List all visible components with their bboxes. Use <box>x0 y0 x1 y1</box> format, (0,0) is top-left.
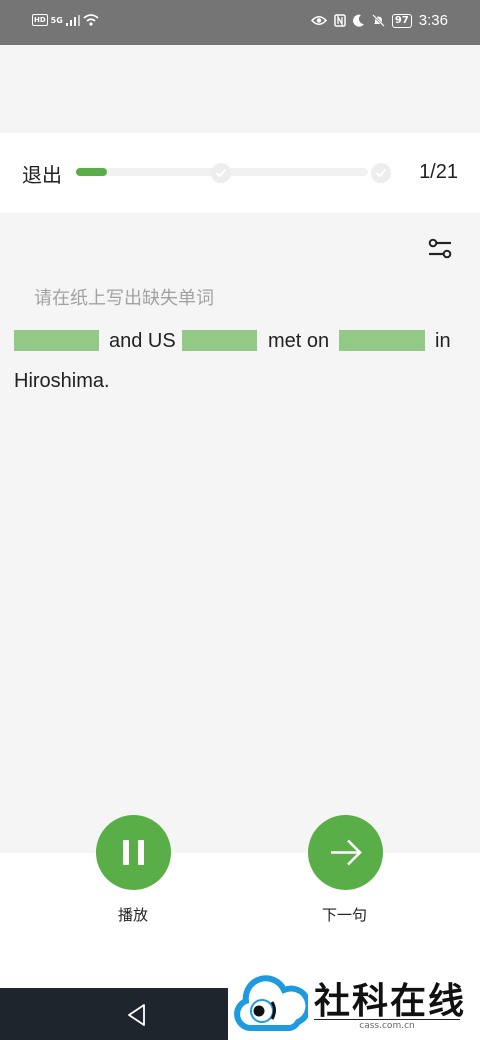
missing-word-blank <box>339 330 425 351</box>
progress-count: 1/21 <box>419 161 458 183</box>
watermark: 社科在线 cass.com.cn <box>228 960 480 1040</box>
sentence-fragment: Hiroshima. <box>14 370 110 392</box>
mute-bell-icon <box>371 14 385 27</box>
back-icon[interactable] <box>124 1002 150 1028</box>
battery-icon: 97 <box>391 13 412 28</box>
watermark-url: cass.com.cn <box>314 1019 460 1031</box>
moon-icon <box>352 14 364 27</box>
next-label: 下一句 <box>322 906 368 924</box>
instruction-hint: 请在纸上写出缺失单词 <box>34 288 214 309</box>
play-label: 播放 <box>118 906 149 924</box>
checkpoint-icon <box>211 163 231 183</box>
progress-fill <box>76 168 107 176</box>
checkpoint-icon <box>371 163 391 183</box>
eye-icon <box>310 15 327 26</box>
wifi-icon <box>83 14 99 26</box>
pause-button[interactable] <box>96 815 171 890</box>
progress-header: 退出 1/21 <box>0 133 480 213</box>
nfc-icon <box>334 14 346 27</box>
settings-sliders-icon[interactable] <box>426 236 454 262</box>
watermark-name: 社科在线 <box>314 980 467 1022</box>
arrow-right-icon <box>331 839 362 866</box>
status-right: 97 3:36 <box>310 12 448 29</box>
cloud-logo-icon <box>234 975 308 1031</box>
sentence-fragment: and US <box>109 330 176 352</box>
missing-word-blank <box>182 330 257 351</box>
hd-badge: HD <box>32 14 48 26</box>
signal-icon <box>65 14 80 26</box>
next-sentence-button[interactable] <box>308 815 383 890</box>
missing-word-blank <box>14 330 99 351</box>
status-bar: HD 5G 97 3:36 <box>0 0 480 45</box>
network-badge: 5G <box>50 15 63 25</box>
sentence-fragment: in <box>435 330 451 352</box>
exit-button[interactable]: 退出 <box>22 159 62 188</box>
pause-icon <box>123 840 144 865</box>
sentence-fragment: met on <box>268 330 330 352</box>
status-left: HD 5G <box>32 14 99 26</box>
clock: 3:36 <box>418 12 448 29</box>
